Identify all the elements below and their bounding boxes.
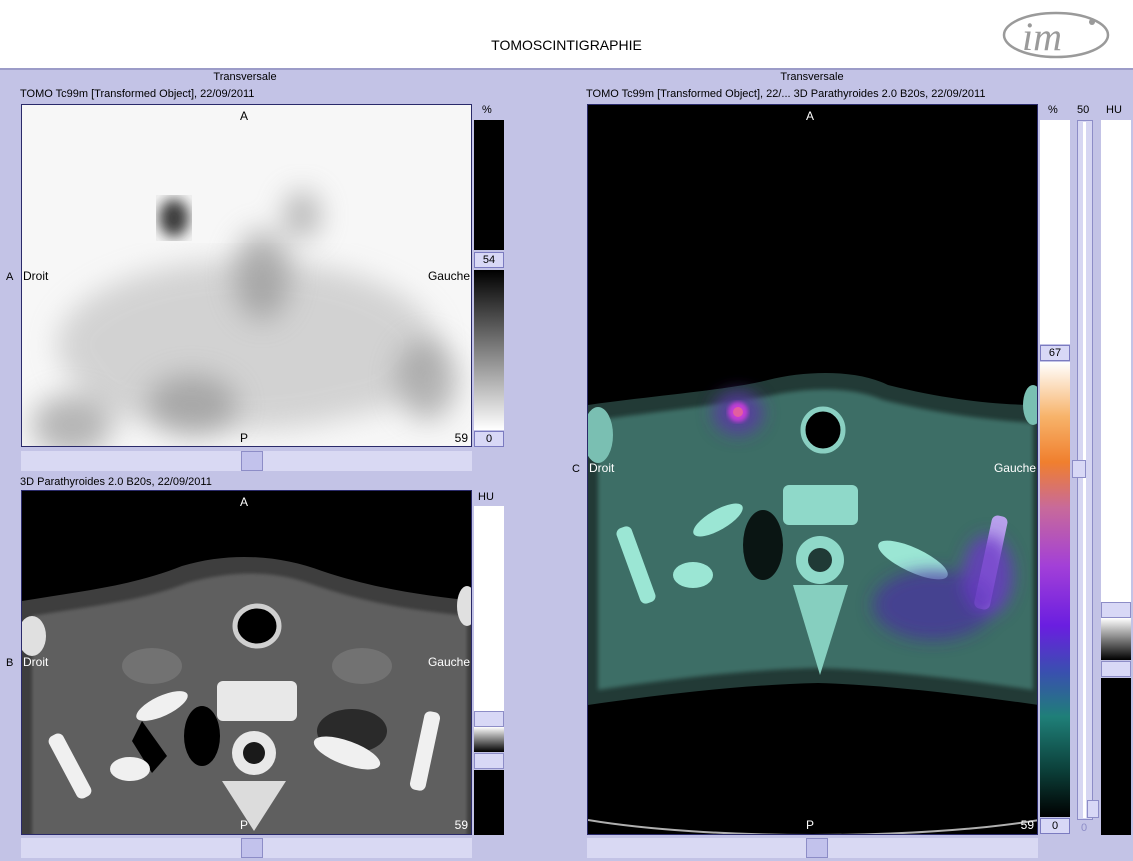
- fusion-label-bottom: P: [806, 818, 815, 832]
- blend-top-label: 50: [1077, 104, 1090, 116]
- ct-image: [22, 556, 471, 834]
- spect-slice-scrollbar[interactable]: [21, 451, 472, 471]
- spect-image: [22, 105, 471, 446]
- spect-scale-upper: [474, 120, 504, 250]
- page-title: TOMOSCINTIGRAPHIE: [491, 37, 642, 53]
- ct-slice-number: 59: [454, 818, 468, 832]
- fusion-ct-window-gradient: [1101, 618, 1131, 660]
- logo-text: im: [1022, 14, 1062, 59]
- spect-label-top: A: [240, 109, 249, 123]
- fusion-label-top: A: [806, 109, 815, 123]
- fusion-slice-scrollbar[interactable]: [587, 838, 1038, 858]
- spect-viewport[interactable]: A P Droit Gauche 59: [21, 104, 472, 447]
- fusion-ct-unit: HU: [1106, 104, 1122, 116]
- fusion-label-right: Gauche: [993, 461, 1036, 475]
- spect-slice-number: 59: [454, 431, 468, 445]
- panel-a-side-letter: A: [6, 271, 14, 283]
- panel-c-side-letter: C: [572, 463, 580, 475]
- panel-c-series-label: TOMO Tc99m [Transformed Object], 22/... …: [586, 88, 986, 100]
- fusion-scale-upper: [1040, 120, 1070, 344]
- ct-scroll-thumb[interactable]: [241, 838, 263, 858]
- spect-scale-min[interactable]: 0: [474, 431, 504, 447]
- spect-scale-max[interactable]: 54: [474, 252, 504, 268]
- fusion-scale-max[interactable]: 67: [1040, 345, 1070, 361]
- panel-c-orientation: Transversale: [780, 71, 844, 83]
- spect-label-left: Droit: [23, 269, 49, 283]
- fusion-ct-scale-lower: [1101, 678, 1131, 835]
- ct-label-right: Gauche: [427, 655, 470, 669]
- panel-a-series-label: TOMO Tc99m [Transformed Object], 22/09/2…: [20, 88, 255, 100]
- ct-label-left: Droit: [23, 655, 49, 669]
- ct-viewport[interactable]: A P Droit Gauche 59: [21, 490, 472, 835]
- fusion-image: [588, 373, 1037, 834]
- ct-label-top: A: [240, 495, 249, 509]
- spect-colorbar: [474, 270, 504, 430]
- fusion-ct-window-upper-handle[interactable]: [1101, 602, 1131, 618]
- ct-label-bottom: P: [240, 818, 249, 832]
- im-logo: im: [1000, 6, 1112, 64]
- spect-label-right: Gauche: [427, 269, 470, 283]
- spect-scroll-thumb[interactable]: [241, 451, 263, 471]
- blend-slider-bottom-handle[interactable]: [1087, 800, 1099, 818]
- ct-window-gradient: [474, 727, 504, 752]
- app-header: [0, 0, 1133, 70]
- spect-label-bottom: P: [240, 431, 249, 445]
- fusion-viewport[interactable]: A P Droit Gauche 59: [587, 104, 1038, 835]
- ct-window-lower-handle[interactable]: [474, 753, 504, 769]
- ct-scale-upper: [474, 506, 504, 711]
- ct-scale-lower: [474, 770, 504, 835]
- fusion-label-left: Droit: [589, 461, 615, 475]
- blend-bottom-label: 0: [1081, 822, 1088, 834]
- ct-slice-scrollbar[interactable]: [21, 838, 472, 858]
- panel-b-side-letter: B: [6, 657, 14, 669]
- fusion-ct-scale-upper: [1101, 120, 1131, 602]
- fusion-scale-unit: %: [1048, 104, 1058, 116]
- fusion-scale-min[interactable]: 0: [1040, 818, 1070, 834]
- panel-b-series-label: 3D Parathyroides 2.0 B20s, 22/09/2011: [20, 476, 212, 488]
- fusion-colorbar: [1040, 362, 1070, 817]
- fusion-ct-window-lower-handle[interactable]: [1101, 661, 1131, 677]
- ct-window-upper-handle[interactable]: [474, 711, 504, 727]
- fusion-scroll-thumb[interactable]: [806, 838, 828, 858]
- panel-a-orientation: Transversale: [213, 71, 277, 83]
- spect-scale-unit: %: [482, 104, 492, 116]
- blend-slider-handle[interactable]: [1072, 460, 1086, 478]
- ct-scale-unit: HU: [478, 491, 494, 503]
- fusion-slice-number: 59: [1020, 818, 1034, 832]
